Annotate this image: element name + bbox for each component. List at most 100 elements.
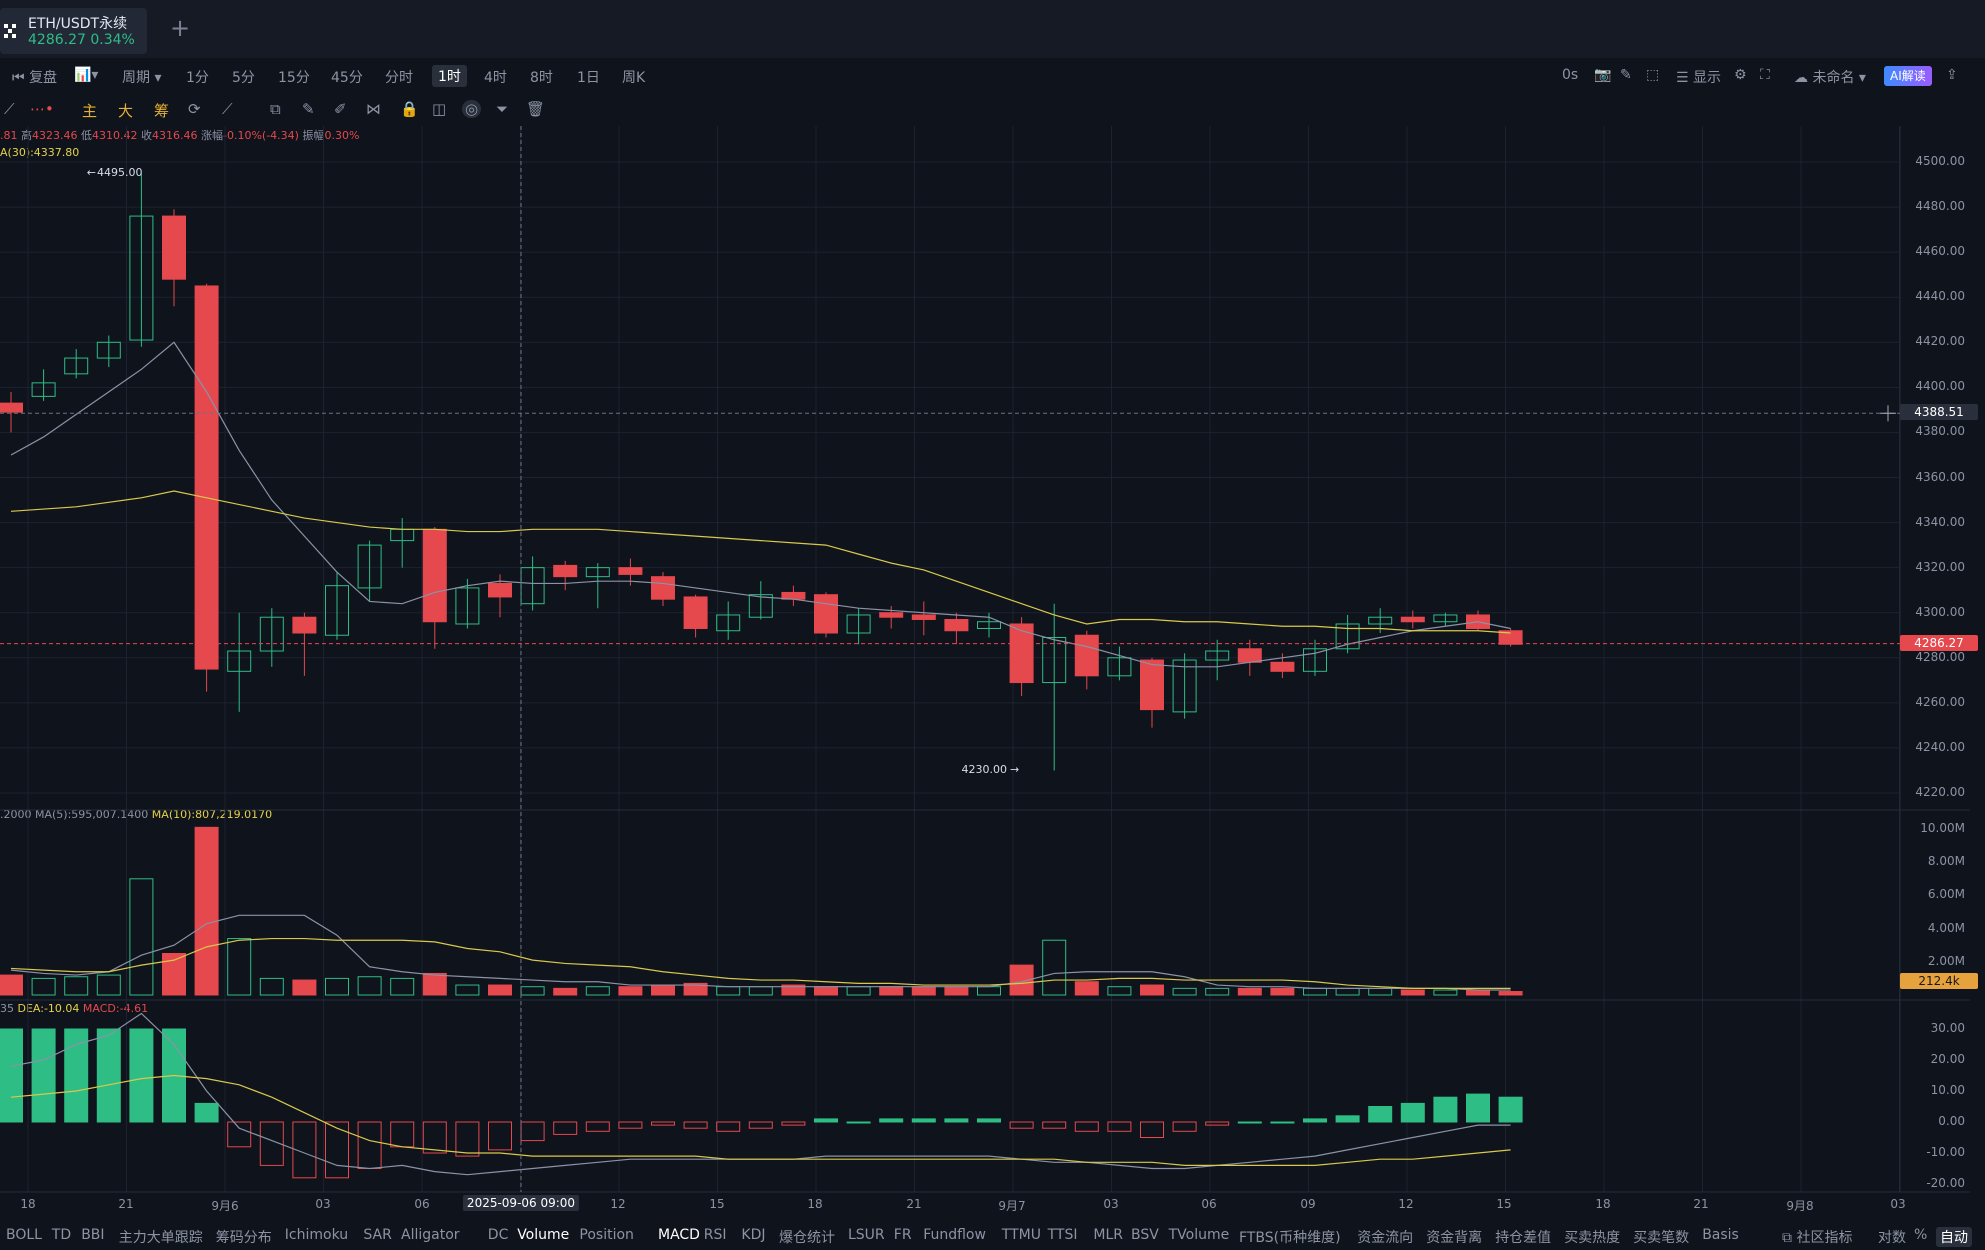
share-icon[interactable]: ⇪ [1946,67,1958,83]
display-button[interactable]: ☰ 显示 [1676,67,1721,87]
interval-4h[interactable]: 4时 [484,67,507,87]
indicator-tab[interactable]: 资金流向 [1357,1227,1413,1247]
high-annotation: 4495.00 [97,166,143,179]
period-dropdown[interactable]: 周期 ▾ [122,67,161,87]
indicator-tab[interactable]: MACD [658,1227,700,1243]
indicator-tab[interactable]: 爆仓统计 [779,1227,835,1247]
fullscreen-icon[interactable]: ⛶ [1760,67,1770,83]
kline-chart[interactable]: 4495.00← 4230.00 → [0,126,1985,1222]
magnet-icon[interactable]: ◎ [462,100,482,118]
symbol-price: 4286.27 [28,32,86,48]
macd-histogram-bar [357,1121,382,1169]
indicator-tab[interactable]: BOLL [6,1227,42,1243]
indicator-tab[interactable]: BBI [81,1227,104,1243]
time-axis-label: 03 [1103,1197,1119,1211]
indicator-tab[interactable]: Alligator [401,1227,460,1243]
trash-icon[interactable]: 🗑 [526,100,545,118]
timer-label[interactable]: 0s [1562,67,1578,83]
indicator-tab[interactable]: RSI [704,1227,727,1243]
filter-icon[interactable]: ⏷ [496,100,508,118]
interval-8h[interactable]: 8时 [530,67,553,87]
macd-histogram-bar [1074,1121,1099,1132]
volume-bar [129,878,154,996]
main-force-toggle[interactable]: 主 [82,100,97,121]
replay-button[interactable]: ⏮ 复盘 [12,67,57,87]
interval-1m[interactable]: 1分 [186,67,209,87]
big-order-toggle[interactable]: 大 [118,100,133,121]
interval-15m[interactable]: 15分 [278,67,310,87]
brush-icon[interactable]: ✐ [334,100,347,118]
indicator-tab[interactable]: Position [579,1227,634,1243]
macd-histogram-bar [911,1118,936,1123]
layout-label: 未命名 [1812,70,1855,86]
log-scale-toggle[interactable]: 对数 [1878,1227,1906,1247]
indicator-tab[interactable]: TTMU [1002,1227,1041,1243]
macd-histogram-bar [1400,1102,1425,1123]
macd-histogram-bar [553,1121,578,1135]
symbol-tab[interactable]: ETH/USDT永续 4286.27 0.34% [0,8,147,54]
interval-1h[interactable]: 1时 [432,65,467,87]
interval-5m[interactable]: 5分 [232,67,255,87]
volume-bar [31,977,56,996]
interval-1w[interactable]: 周K [622,67,645,87]
indicator-tab[interactable]: Ichimoku [285,1227,348,1243]
volume-bar [716,986,741,996]
copy-icon[interactable]: ⧉ [270,100,281,118]
indicator-tab[interactable]: FR [894,1227,912,1243]
interval-45m[interactable]: 45分 [331,67,363,87]
indicator-tab[interactable]: TD [52,1227,71,1243]
line-tool-icon[interactable]: ⟋ [4,100,15,118]
indicator-tab[interactable]: 筹码分布 [216,1227,272,1247]
chart-type-button[interactable]: 📊▾ [74,67,98,83]
indicator-tab[interactable]: SAR [363,1227,391,1243]
macd-histogram-bar [1498,1096,1523,1123]
indicator-tab[interactable]: 资金背离 [1426,1227,1482,1247]
sync-icon[interactable]: ⟳ [188,100,201,118]
eye-icon[interactable]: ◫ [432,100,446,118]
macd-histogram-bar [814,1118,838,1123]
pattern-icon[interactable]: ⋈ [366,100,381,118]
candle-body [1237,648,1262,663]
indicator-tab[interactable]: BSV [1131,1227,1159,1243]
macd-dea-line [10,1074,1511,1167]
indicator-tab[interactable]: KDJ [741,1227,765,1243]
auto-scale-toggle[interactable]: 自动 [1936,1227,1972,1247]
chips-toggle[interactable]: 筹 [154,100,169,121]
symbol-price-line: 4286.27 0.34% [28,32,135,48]
ruler-icon[interactable]: ⟋ [222,100,233,118]
indicator-tab[interactable]: Basis [1702,1227,1739,1243]
indicator-tab[interactable]: DC [488,1227,509,1243]
line-style-icon[interactable]: ⋯• [30,100,54,118]
camera-icon[interactable]: 📷 [1594,67,1611,83]
pencil-icon[interactable]: ✎ [302,100,315,118]
interval-1d[interactable]: 1日 [577,67,600,87]
indicator-tab[interactable]: LSUR [848,1227,885,1243]
indicator-tab[interactable]: TTSI [1048,1227,1078,1243]
indicator-tab[interactable]: MLR [1093,1227,1123,1243]
indicator-tab[interactable]: 主力大单跟踪 [119,1227,203,1247]
volume-bar [911,986,936,996]
community-indicators-button[interactable]: ⧉ 社区指标 [1782,1227,1852,1247]
settings-gear-icon[interactable]: ⚙ [1734,67,1747,83]
lock-icon[interactable]: 🔒 [400,100,419,118]
candle-body [1140,659,1164,711]
indicator-tab[interactable]: 买卖笔数 [1633,1227,1689,1247]
volume-bar [422,972,447,996]
rect-select-icon[interactable]: ⬚ [1646,67,1659,83]
add-tab-button[interactable]: + [170,14,190,42]
indicator-tab[interactable]: TVolume [1169,1227,1230,1243]
indicator-tab[interactable]: 持仓差值 [1495,1227,1551,1247]
indicator-tab[interactable]: Volume [517,1227,569,1243]
indicator-tab[interactable]: FTBS(币种维度) [1239,1227,1341,1247]
percent-toggle[interactable]: % [1914,1227,1927,1243]
ai-interpret-button[interactable]: AI解读 [1884,66,1932,86]
macd-axis-label: 0.00 [1938,1114,1965,1128]
layout-dropdown[interactable]: ☁ 未命名 ▾ [1794,67,1866,87]
last-price-tag: 4286.27 [1900,634,1978,651]
volume-bar [1400,989,1425,996]
interval-timeshare[interactable]: 分时 [385,67,413,87]
indicator-tab[interactable]: Fundflow [923,1227,986,1243]
indicator-tab[interactable]: 买卖热度 [1564,1227,1620,1247]
pen-icon[interactable]: ✎ [1620,67,1632,83]
time-axis-label: 03 [1890,1197,1906,1211]
